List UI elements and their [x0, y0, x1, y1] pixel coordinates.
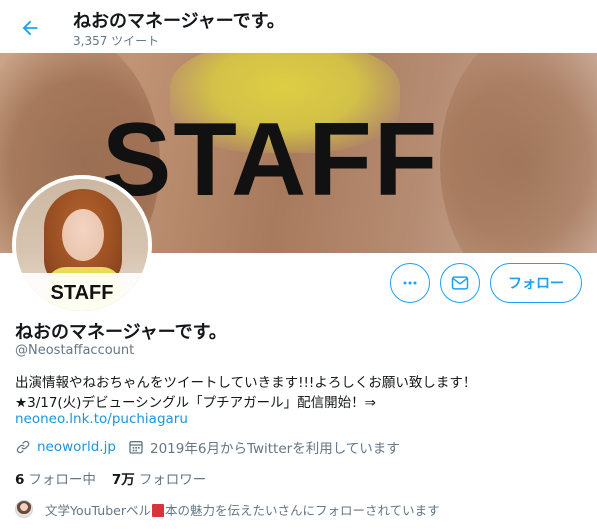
more-options-button[interactable]	[390, 263, 430, 303]
more-horizontal-icon	[403, 281, 417, 285]
follow-button[interactable]: フォロー	[490, 263, 582, 303]
following-count: 6	[15, 472, 25, 488]
joined-date: 2019年6月からTwitterを利用しています	[150, 441, 400, 457]
follower-avatar	[15, 500, 33, 518]
envelope-icon	[451, 276, 469, 290]
message-button[interactable]	[440, 263, 480, 303]
profile-avatar[interactable]: STAFF	[12, 175, 152, 315]
following-stat[interactable]: 6 フォロー中	[15, 468, 96, 488]
website-meta: neoworld.jp	[15, 437, 116, 457]
banner-staff-text: STAFF	[102, 102, 440, 218]
followers-label: フォロワー	[138, 472, 207, 488]
profile-header-bar: ねおのマネージャーです。 3,357 ツイート	[0, 0, 597, 53]
profile-handle: @Neostaffaccount	[15, 343, 135, 358]
bio-line: ★3/17(火)デビューシングル「プチアガール」配信開始！⇒	[15, 395, 376, 411]
following-label: フォロー中	[28, 472, 96, 488]
followed-by-suffix: 本の魅力を伝えたいさんにフォローされています	[164, 502, 440, 518]
website-link[interactable]: neoworld.jp	[37, 439, 116, 455]
followed-by-text: 文学YouTuberベル 本の魅力を伝えたいさんにフォローされています	[45, 500, 440, 519]
avatar-face	[62, 209, 104, 261]
calendar-icon	[129, 441, 143, 454]
followers-stat[interactable]: 7万 フォロワー	[112, 468, 206, 488]
profile-name: ねおのマネージャーです。	[15, 322, 227, 343]
closed-book-icon	[151, 503, 164, 517]
followed-by-name: 文学YouTuberベル	[45, 502, 151, 518]
arrow-left-icon	[22, 20, 38, 36]
banner-photo-detail	[440, 53, 597, 253]
back-button[interactable]	[12, 10, 48, 46]
followed-by[interactable]: 文学YouTuberベル 本の魅力を伝えたいさんにフォローされています	[15, 498, 440, 520]
header-title: ねおのマネージャーです。	[73, 11, 285, 32]
tweet-count: 3,357 ツイート	[73, 34, 160, 48]
bio-link[interactable]: neoneo.lnk.to/puchiagaru	[15, 411, 188, 427]
joined-meta: 2019年6月からTwitterを利用しています	[128, 437, 400, 457]
link-icon	[16, 440, 30, 454]
follow-stats: 6 フォロー中 7万 フォロワー	[15, 468, 206, 488]
avatar-staff-label: STAFF	[16, 273, 148, 311]
bio-line: 出演情報やねおちゃんをツイートしていきます!!!よろしくお願い致します！	[15, 375, 477, 391]
followers-count: 7万	[111, 472, 135, 488]
